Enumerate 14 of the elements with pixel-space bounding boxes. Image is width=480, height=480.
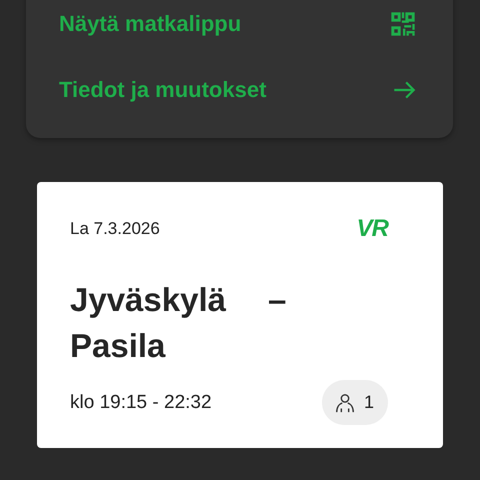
person-icon xyxy=(334,392,356,414)
ticket-time: klo 19:15 - 22:32 xyxy=(70,392,212,414)
action-label: Näytä matkalippu xyxy=(59,11,242,37)
action-row[interactable]: Näytä matkalippu xyxy=(59,0,417,57)
action-row[interactable]: Tiedot ja muutokset xyxy=(59,57,417,123)
ticket-card[interactable]: La 7.3.2026 VR Jyväskylä – Pasila klo 19:15 - 22:32 1 xyxy=(37,182,443,448)
route-separator: – xyxy=(268,280,286,320)
qr-code-icon xyxy=(389,10,417,38)
route-origin: Jyväskylä xyxy=(70,280,226,320)
action-label: Tiedot ja muutokset xyxy=(59,77,266,103)
route-destination: Pasila xyxy=(70,326,166,366)
brand-logo: VR xyxy=(356,215,388,243)
passenger-count: 1 xyxy=(364,392,374,413)
ticket-date: La 7.3.2026 xyxy=(70,219,160,239)
